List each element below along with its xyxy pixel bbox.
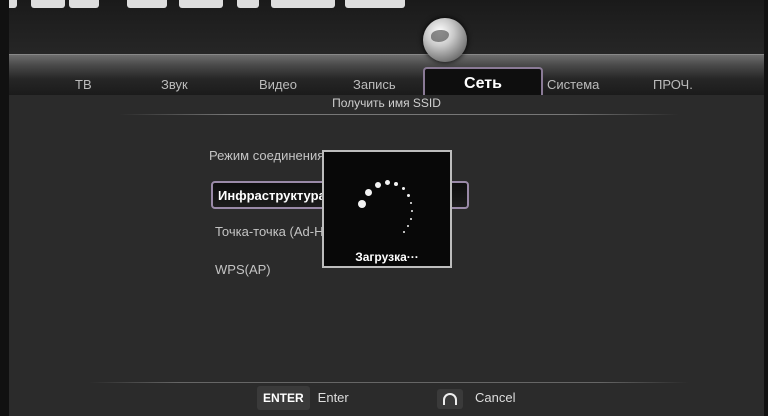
cancel-label: Cancel	[475, 390, 516, 405]
divider	[89, 382, 689, 383]
tab-record[interactable]: Запись	[353, 77, 396, 92]
loading-dialog: Загрузка···	[322, 150, 452, 268]
tab-system[interactable]: Система	[547, 77, 599, 92]
divider	[119, 114, 679, 115]
tab-other[interactable]: ПРОЧ.	[653, 77, 693, 92]
enter-key: ENTER	[257, 386, 310, 410]
spinner-icon	[354, 166, 424, 236]
tv-settings-screen: ТВ Звук Видео Запись Сеть Система ПРОЧ. …	[9, 0, 764, 416]
cancel-hint[interactable]: Cancel	[437, 386, 515, 410]
return-icon	[437, 388, 463, 409]
option-label: Инфраструктура	[218, 188, 326, 203]
top-strip	[9, 0, 764, 54]
tab-tv[interactable]: ТВ	[75, 77, 92, 92]
enter-label: Enter	[317, 390, 349, 405]
option-wps[interactable]: WPS(AP)	[215, 262, 271, 277]
globe-icon	[423, 18, 467, 62]
enter-hint[interactable]: ENTER Enter	[257, 386, 349, 410]
tab-network[interactable]: Сеть	[423, 67, 543, 95]
page-subtitle: Получить имя SSID	[332, 96, 441, 110]
connection-mode-label: Режим соединения	[209, 148, 325, 163]
loading-text: Загрузка···	[355, 250, 419, 264]
tab-sound[interactable]: Звук	[161, 77, 188, 92]
tab-video[interactable]: Видео	[259, 77, 297, 92]
settings-tab-bar: ТВ Звук Видео Запись Сеть Система ПРОЧ.	[9, 54, 764, 95]
